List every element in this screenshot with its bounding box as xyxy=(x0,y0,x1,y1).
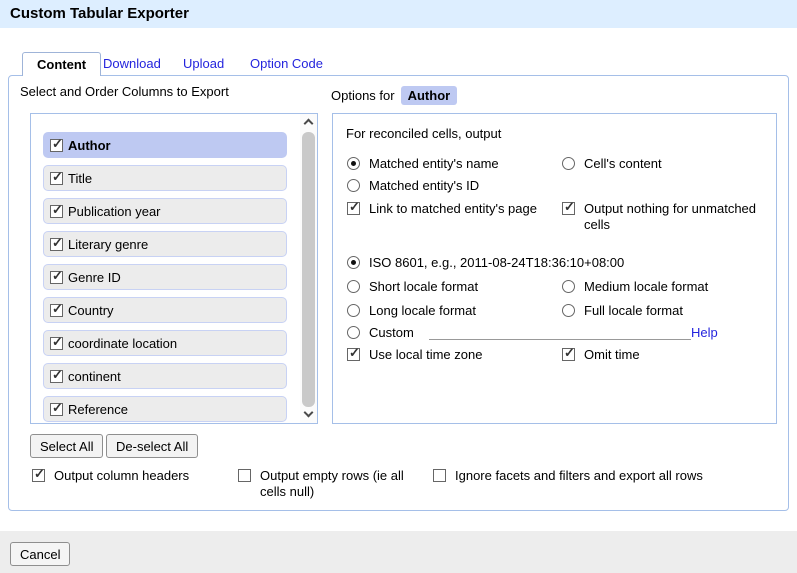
columns-heading: Select and Order Columns to Export xyxy=(20,84,229,99)
dialog-header: Custom Tabular Exporter xyxy=(0,0,797,28)
column-checkbox-continent[interactable] xyxy=(50,370,63,383)
column-item-reference[interactable]: Reference xyxy=(43,396,287,422)
radio-matched-entity-name: Matched entity's name xyxy=(347,156,499,172)
radio-full-locale: Full locale format xyxy=(562,303,683,319)
checkbox[interactable] xyxy=(562,202,575,215)
dialog-title: Custom Tabular Exporter xyxy=(10,0,189,28)
column-item-label: Reference xyxy=(68,402,128,417)
deselect-all-button[interactable]: De-select All xyxy=(106,434,198,458)
checkbox-omit-time: Omit time xyxy=(562,347,640,363)
dialog-footer: Cancel xyxy=(0,531,797,573)
radio-button[interactable] xyxy=(347,326,360,339)
column-checkbox-reference[interactable] xyxy=(50,403,63,416)
select-all-button[interactable]: Select All xyxy=(30,434,103,458)
scroll-down-icon[interactable] xyxy=(300,407,317,423)
radio-iso-8601: ISO 8601, e.g., 2011-08-24T18:36:10+08:0… xyxy=(347,255,624,271)
column-item-continent[interactable]: continent xyxy=(43,363,287,389)
columns-listbox: Author Title Publication year Literary g… xyxy=(30,113,318,424)
radio-button[interactable] xyxy=(562,304,575,317)
scroll-up-icon[interactable] xyxy=(300,114,317,130)
column-item-coordinate-location[interactable]: coordinate location xyxy=(43,330,287,356)
column-item-literary-genre[interactable]: Literary genre xyxy=(43,231,287,257)
radio-button[interactable] xyxy=(562,280,575,293)
reconciled-heading: For reconciled cells, output xyxy=(346,126,501,142)
checkbox[interactable] xyxy=(347,202,360,215)
tab-download[interactable]: Download xyxy=(103,52,161,76)
radio-medium-locale: Medium locale format xyxy=(562,279,708,295)
column-item-label: Country xyxy=(68,303,114,318)
column-checkbox-author[interactable] xyxy=(50,139,63,152)
column-checkbox-title[interactable] xyxy=(50,172,63,185)
radio-custom-format: Custom xyxy=(347,325,691,341)
custom-date-format-input[interactable] xyxy=(429,325,691,340)
column-checkbox-publication-year[interactable] xyxy=(50,205,63,218)
column-checkbox-literary-genre[interactable] xyxy=(50,238,63,251)
cancel-button[interactable]: Cancel xyxy=(10,542,70,566)
checkbox-output-nothing-unmatched: Output nothing for unmatched cells xyxy=(562,201,774,233)
column-item-country[interactable]: Country xyxy=(43,297,287,323)
radio-button[interactable] xyxy=(347,280,360,293)
scrollbar-thumb[interactable] xyxy=(302,132,315,407)
tab-upload[interactable]: Upload xyxy=(183,52,224,76)
column-checkbox-coordinate-location[interactable] xyxy=(50,337,63,350)
tab-content[interactable]: Content xyxy=(22,52,101,76)
checkbox[interactable] xyxy=(32,469,45,482)
radio-button[interactable] xyxy=(562,157,575,170)
checkbox-output-column-headers: Output column headers xyxy=(32,468,189,484)
column-item-publication-year[interactable]: Publication year xyxy=(43,198,287,224)
checkbox-use-local-timezone: Use local time zone xyxy=(347,347,482,363)
options-for-label: Options for xyxy=(331,88,395,103)
column-item-title[interactable]: Title xyxy=(43,165,287,191)
column-item-label: Publication year xyxy=(68,204,161,219)
radio-button[interactable] xyxy=(347,157,360,170)
column-checkbox-genre-id[interactable] xyxy=(50,271,63,284)
tab-option-code[interactable]: Option Code xyxy=(250,52,323,76)
column-item-label: coordinate location xyxy=(68,336,177,351)
column-checkbox-country[interactable] xyxy=(50,304,63,317)
selected-column-badge: Author xyxy=(401,86,458,105)
column-item-author[interactable]: Author xyxy=(43,132,287,158)
radio-cells-content: Cell's content xyxy=(562,156,662,172)
radio-button[interactable] xyxy=(347,179,360,192)
help-link[interactable]: Help xyxy=(691,325,718,340)
listbox-scrollbar[interactable] xyxy=(300,114,317,423)
radio-short-locale: Short locale format xyxy=(347,279,478,295)
column-item-label: Literary genre xyxy=(68,237,148,252)
radio-matched-entity-id: Matched entity's ID xyxy=(347,178,479,194)
checkbox-ignore-facets: Ignore facets and filters and export all… xyxy=(433,468,703,484)
custom-tabular-exporter-dialog: Custom Tabular Exporter Content Download… xyxy=(0,0,797,573)
column-item-label: Author xyxy=(68,138,111,153)
checkbox-output-empty-rows: Output empty rows (ie all cells null) xyxy=(238,468,420,500)
checkbox-link-matched-page: Link to matched entity's page xyxy=(347,201,537,217)
column-item-label: continent xyxy=(68,369,121,384)
column-item-label: Title xyxy=(68,171,92,186)
options-heading: Options for Author xyxy=(331,84,457,106)
radio-button[interactable] xyxy=(347,256,360,269)
checkbox[interactable] xyxy=(562,348,575,361)
radio-button[interactable] xyxy=(347,304,360,317)
checkbox[interactable] xyxy=(433,469,446,482)
radio-long-locale: Long locale format xyxy=(347,303,476,319)
checkbox[interactable] xyxy=(347,348,360,361)
checkbox[interactable] xyxy=(238,469,251,482)
column-item-label: Genre ID xyxy=(68,270,121,285)
column-item-genre-id[interactable]: Genre ID xyxy=(43,264,287,290)
